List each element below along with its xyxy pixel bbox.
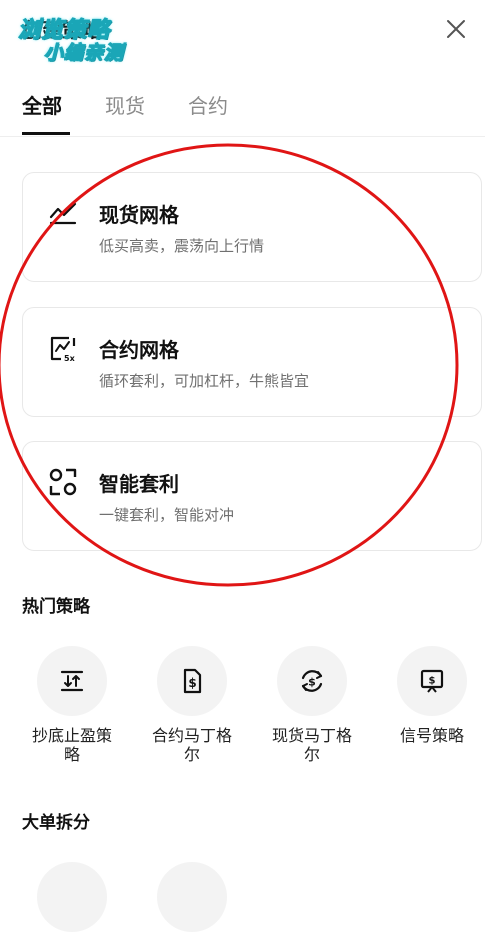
strategy-buy-dip[interactable]: 抄底止盈策略 <box>22 646 122 764</box>
smart-arbitrage-icon <box>49 468 77 496</box>
section-title-split: 大单拆分 <box>22 813 90 833</box>
active-tab-indicator <box>22 132 70 135</box>
buy-dip-icon <box>60 670 84 692</box>
strategy-label: 现货马丁格尔 <box>272 726 353 764</box>
watermark: 浏览策略 小编亲测 <box>12 8 150 66</box>
strategy-label: 信号策略 <box>399 726 464 745</box>
strategy-label: 抄底止盈策略 <box>32 726 113 764</box>
close-icon <box>447 20 465 38</box>
close-button[interactable] <box>441 14 471 44</box>
split-strategy-item[interactable] <box>157 862 227 932</box>
strategy-label: 合约马丁格尔 <box>152 726 233 764</box>
card-futures-grid[interactable]: 5x 合约网格 循环套利，可加杠杆，牛熊皆宜 <box>22 307 482 417</box>
strategy-icon-circle: $ <box>397 646 467 716</box>
futures-martingale-icon: $ <box>183 668 202 694</box>
strategy-icon-circle: $ <box>157 646 227 716</box>
icon-badge: 5x <box>64 354 76 363</box>
card-description: 一键套利，智能对冲 <box>99 506 235 524</box>
split-strategy-item[interactable] <box>37 862 107 932</box>
card-spot-grid[interactable]: 现货网格 低买高卖，震荡向上行情 <box>22 172 482 282</box>
spot-martingale-icon: $ <box>301 670 323 692</box>
strategy-icon-circle: $ <box>277 646 347 716</box>
card-title: 合约网格 <box>99 338 179 362</box>
card-description: 低买高卖，震荡向上行情 <box>99 237 265 255</box>
tab-futures[interactable]: 合约 <box>188 90 228 119</box>
strategy-futures-martingale[interactable]: $ 合约马丁格尔 <box>142 646 242 764</box>
futures-grid-icon: 5x <box>50 336 76 363</box>
card-title: 智能套利 <box>99 472 179 496</box>
tab-bar: 全部 现货 合约 <box>0 86 485 137</box>
strategy-icon-circle <box>37 646 107 716</box>
watermark-line-2: 小编亲测 <box>43 41 125 64</box>
svg-text:$: $ <box>429 676 436 687</box>
tab-all[interactable]: 全部 <box>22 90 62 119</box>
card-smart-arbitrage[interactable]: 智能套利 一键套利，智能对冲 <box>22 441 482 551</box>
strategy-signal[interactable]: $ 信号策略 <box>382 646 482 745</box>
signal-strategy-icon: $ <box>420 669 444 693</box>
section-title-hot: 热门策略 <box>22 597 90 617</box>
svg-text:$: $ <box>308 676 316 689</box>
spot-grid-icon <box>49 202 77 225</box>
strategy-spot-martingale[interactable]: $ 现货马丁格尔 <box>262 646 362 764</box>
card-title: 现货网格 <box>99 203 179 227</box>
card-description: 循环套利，可加杠杆，牛熊皆宜 <box>99 372 310 390</box>
tab-spot[interactable]: 现货 <box>105 90 145 119</box>
svg-text:$: $ <box>188 676 196 690</box>
